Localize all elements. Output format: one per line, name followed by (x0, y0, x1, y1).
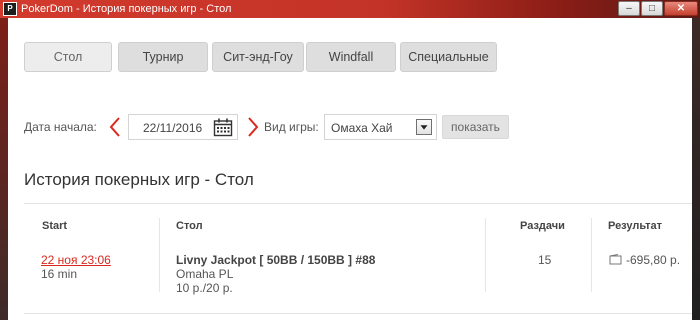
divider (24, 203, 692, 204)
hands-count: 15 (538, 253, 552, 267)
tab-windfall[interactable]: Windfall (306, 42, 396, 72)
start-time-link[interactable]: 22 ноя 23:06 (41, 253, 111, 267)
chevron-down-icon[interactable] (416, 119, 432, 135)
game-variant: Omaha PL (176, 267, 234, 281)
window-frame-right (692, 18, 700, 320)
duration: 16 min (41, 267, 78, 281)
minimize-icon[interactable]: – (618, 1, 640, 16)
tab-tournament[interactable]: Турнир (118, 42, 208, 72)
window-frame-left (0, 18, 8, 320)
game-type-label: Вид игры: (264, 120, 319, 134)
table-name: Livny Jackpot [ 50BB / 150BB ] #88 (176, 253, 376, 267)
start-date-value: 22/11/2016 (143, 121, 203, 135)
stakes: 10 р./20 р. (176, 281, 233, 295)
header-result: Результат (608, 220, 663, 232)
game-type-value: Омаха Хай (331, 121, 393, 135)
column-divider (159, 218, 160, 292)
start-date-field[interactable]: 22/11/2016 (128, 114, 238, 140)
app-logo-icon: P (3, 2, 17, 16)
game-type-select[interactable]: Омаха Хай (324, 114, 437, 140)
page-title: История покерных игр - Стол (24, 170, 254, 189)
window-controls: – □ ✕ (618, 1, 698, 16)
window-title: PokerDom - История покерных игр - Стол (21, 3, 232, 15)
calendar-icon[interactable] (213, 118, 233, 137)
start-date-label: Дата начала: (24, 120, 97, 134)
tab-special[interactable]: Специальные (400, 42, 497, 72)
window-titlebar: P PokerDom - История покерных игр - Стол… (0, 0, 700, 18)
result-amount: -695,80 р. (626, 253, 681, 267)
divider (24, 313, 692, 314)
show-button[interactable]: показать (442, 115, 509, 139)
chevron-right-icon[interactable] (246, 115, 260, 139)
header-table: Стол (176, 220, 203, 232)
column-divider (485, 218, 486, 292)
maximize-icon[interactable]: □ (641, 1, 663, 16)
close-icon[interactable]: ✕ (664, 1, 698, 16)
header-hands: Раздачи (520, 220, 565, 232)
chevron-left-icon[interactable] (108, 115, 122, 139)
main-content: Стол Турнир Сит-энд-Гоу Windfall Специал… (8, 18, 692, 320)
column-divider (591, 218, 592, 292)
tab-sit-and-go[interactable]: Сит-энд-Гоу (212, 42, 304, 72)
wallet-icon (609, 254, 622, 265)
tab-table[interactable]: Стол (24, 42, 112, 72)
header-start: Start (42, 220, 68, 232)
